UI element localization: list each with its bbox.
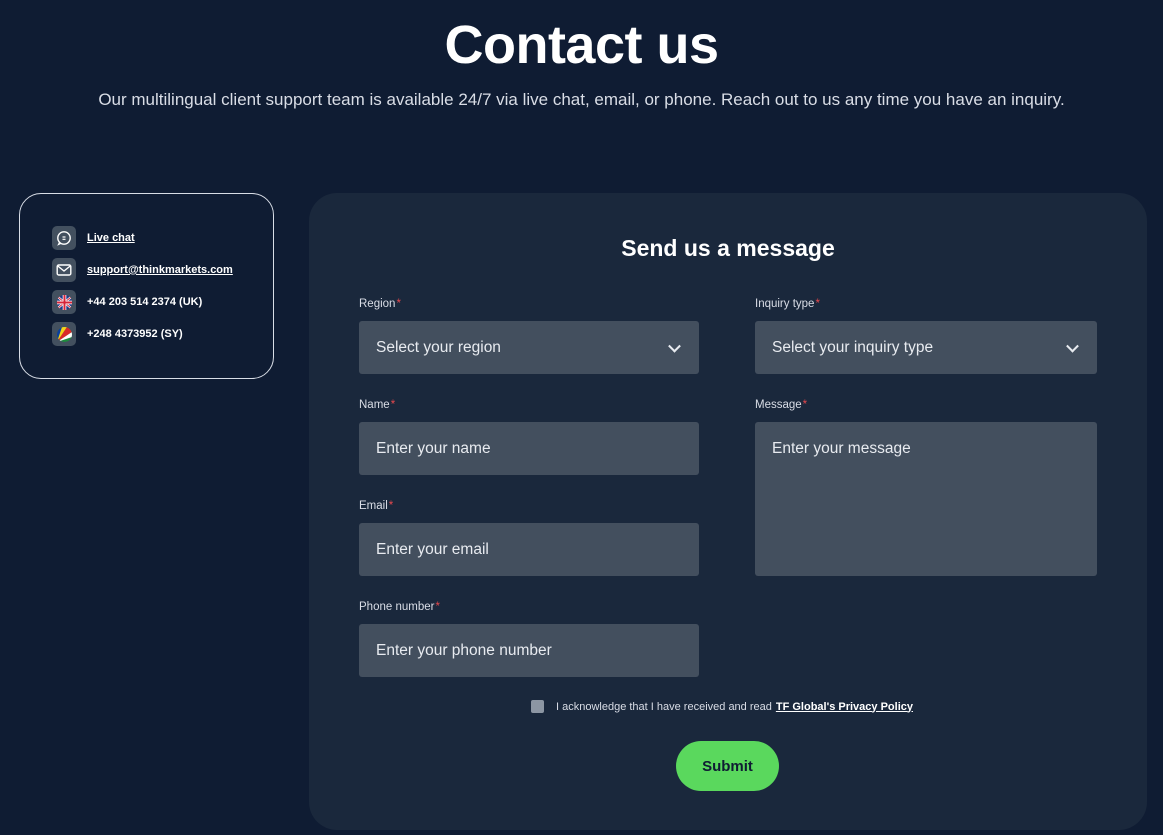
message-form-card: Send us a message Region* Select your re… [309,193,1147,830]
region-label: Region* [359,298,401,310]
phone-uk-row[interactable]: +44 203 514 2374 (UK) [52,290,273,314]
seychelles-flag-icon [52,322,76,346]
required-mark: * [388,500,394,512]
uk-flag-icon [52,290,76,314]
inquiry-type-select[interactable]: Select your inquiry type [755,321,1097,374]
privacy-acknowledge-row: I acknowledge that I have received and r… [531,700,913,713]
region-placeholder: Select your region [376,338,501,356]
live-chat-row[interactable]: Live chat [52,226,273,250]
submit-button[interactable]: Submit [676,741,779,791]
region-select[interactable]: Select your region [359,321,699,374]
acknowledge-text: I acknowledge that I have received and r… [556,700,772,713]
chat-bubble-icon [52,226,76,250]
message-label-text: Message [755,399,802,411]
inquiry-placeholder: Select your inquiry type [772,338,934,356]
phone-field[interactable]: Enter your phone number [359,624,699,677]
required-mark: * [390,399,396,411]
message-placeholder: Enter your message [772,440,911,457]
region-label-text: Region [359,298,396,310]
envelope-icon [52,258,76,282]
live-chat-link[interactable]: Live chat [87,232,135,244]
required-mark: * [396,298,401,310]
name-label-text: Name [359,399,390,411]
phone-sy-row[interactable]: +248 4373952 (SY) [52,322,273,346]
name-label: Name* [359,399,395,411]
support-email-link[interactable]: support@thinkmarkets.com [87,264,233,276]
message-label: Message* [755,399,807,411]
chevron-down-icon [668,339,681,353]
privacy-checkbox[interactable] [531,700,544,713]
email-label-text: Email [359,500,388,512]
chevron-down-icon [1066,339,1079,353]
contact-info-card: Live chat support@thinkmarkets.com +44 2… [19,193,274,379]
required-mark: * [435,601,440,613]
required-mark: * [815,298,820,310]
email-row[interactable]: support@thinkmarkets.com [52,258,273,282]
page-title: Contact us [444,15,719,75]
email-label: Email* [359,500,393,512]
name-placeholder: Enter your name [376,439,491,457]
phone-label: Phone number* [359,601,440,613]
phone-placeholder: Enter your phone number [376,641,552,659]
required-mark: * [802,399,808,411]
phone-uk-text[interactable]: +44 203 514 2374 (UK) [87,296,202,308]
inquiry-label-text: Inquiry type [755,298,815,310]
email-placeholder: Enter your email [376,540,489,558]
form-title: Send us a message [621,235,835,261]
email-field[interactable]: Enter your email [359,523,699,576]
privacy-policy-link[interactable]: TF Global's Privacy Policy [776,701,913,713]
inquiry-type-label: Inquiry type* [755,298,820,310]
name-field[interactable]: Enter your name [359,422,699,475]
contact-page: Contact us Our multilingual client suppo… [0,0,1163,835]
phone-label-text: Phone number [359,601,435,613]
message-textarea[interactable]: Enter your message [755,422,1097,576]
phone-sy-text[interactable]: +248 4373952 (SY) [87,328,183,340]
page-subtitle: Our multilingual client support team is … [98,90,1065,109]
